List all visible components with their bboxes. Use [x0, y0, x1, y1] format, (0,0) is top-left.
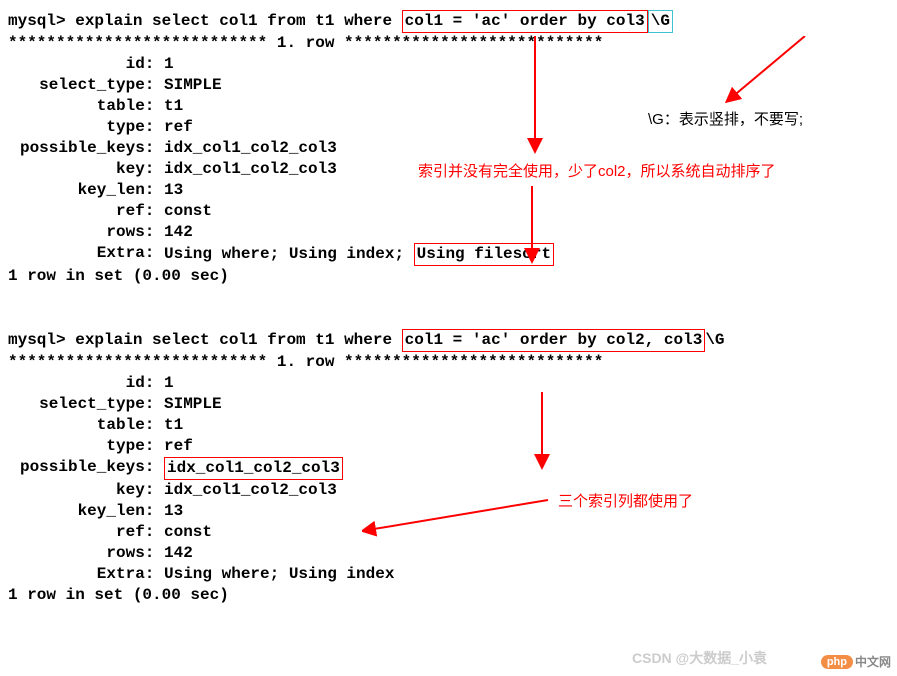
- value-id: 1: [164, 54, 174, 75]
- value-key: idx_col1_col2_col3: [164, 159, 337, 180]
- query-line-1: mysql> explain select col1 from t1 where…: [8, 10, 897, 33]
- label-key-len-2: key_len:: [8, 501, 164, 522]
- arrow-left-icon: [362, 498, 552, 538]
- label-extra-2: Extra:: [8, 564, 164, 585]
- label-extra: Extra:: [8, 243, 164, 266]
- value-rows: 142: [164, 222, 193, 243]
- value-rows-2: 142: [164, 543, 193, 564]
- value-type-2: ref: [164, 436, 193, 457]
- csdn-watermark: CSDN @大数据_小袁: [632, 648, 767, 668]
- value-extra-2: Using where; Using index: [164, 564, 394, 585]
- label-rows: rows:: [8, 222, 164, 243]
- label-ref: ref:: [8, 201, 164, 222]
- arrow-down-icon-2: [522, 186, 542, 266]
- label-id-2: id:: [8, 373, 164, 394]
- label-select-type-2: select_type:: [8, 394, 164, 415]
- value-key-len: 13: [164, 180, 183, 201]
- value-type: ref: [164, 117, 193, 138]
- label-select-type: select_type:: [8, 75, 164, 96]
- value-possible-keys-2: idx_col1_col2_col3: [164, 457, 343, 480]
- arrow-diag-icon-1: [725, 36, 815, 106]
- value-select-type: SIMPLE: [164, 75, 222, 96]
- value-table-2: t1: [164, 415, 183, 436]
- query-line-2: mysql> explain select col1 from t1 where…: [8, 329, 897, 352]
- cn-site-text: 中文网: [855, 653, 891, 670]
- label-possible-keys: possible_keys:: [8, 138, 164, 159]
- label-type-2: type:: [8, 436, 164, 457]
- g-switch-box: \G: [648, 10, 673, 33]
- annotation-index-note: 索引并没有完全使用，少了col2，所以系统自动排序了: [418, 160, 776, 181]
- site-watermark: php 中文网: [821, 653, 891, 670]
- label-key-2: key:: [8, 480, 164, 501]
- annotation-three-cols: 三个索引列都使用了: [558, 490, 693, 511]
- php-badge: php: [821, 655, 853, 669]
- where-clause-box-1: col1 = 'ac' order by col3: [402, 10, 648, 33]
- label-table-2: table:: [8, 415, 164, 436]
- value-possible-keys: idx_col1_col2_col3: [164, 138, 337, 159]
- value-extra: Using where; Using index; Using filesort: [164, 243, 554, 266]
- value-ref-2: const: [164, 522, 212, 543]
- label-table: table:: [8, 96, 164, 117]
- index-box: idx_col1_col2_col3: [164, 457, 343, 480]
- label-id: id:: [8, 54, 164, 75]
- label-ref-2: ref:: [8, 522, 164, 543]
- value-table: t1: [164, 96, 183, 117]
- arrow-down-icon-3: [532, 392, 552, 472]
- arrow-down-icon-1: [525, 36, 545, 156]
- value-key-2: idx_col1_col2_col3: [164, 480, 337, 501]
- label-possible-keys-2: possible_keys:: [8, 457, 164, 480]
- summary-2: 1 row in set (0.00 sec): [8, 585, 897, 606]
- value-ref: const: [164, 201, 212, 222]
- summary-1: 1 row in set (0.00 sec): [8, 266, 897, 287]
- annotation-g-note: \G：表示竖排，不要写;: [648, 108, 803, 129]
- value-key-len-2: 13: [164, 501, 183, 522]
- label-rows-2: rows:: [8, 543, 164, 564]
- label-type: type:: [8, 117, 164, 138]
- value-id-2: 1: [164, 373, 174, 394]
- value-select-type-2: SIMPLE: [164, 394, 222, 415]
- label-key: key:: [8, 159, 164, 180]
- label-key-len: key_len:: [8, 180, 164, 201]
- where-clause-box-2: col1 = 'ac' order by col2, col3: [402, 329, 706, 352]
- separator-2: *************************** 1. row *****…: [8, 352, 897, 373]
